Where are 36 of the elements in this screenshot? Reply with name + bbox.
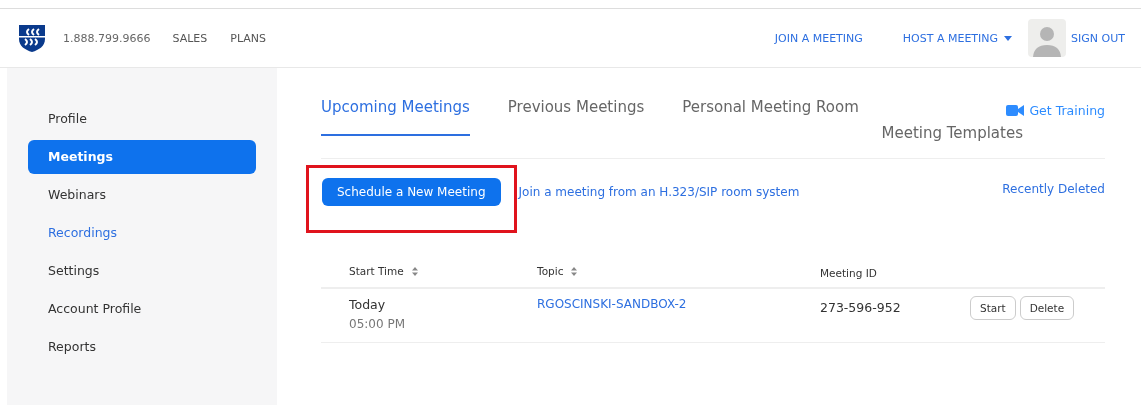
- sidebar-item[interactable]: Webinars: [28, 178, 256, 212]
- sidebar-item[interactable]: Profile: [28, 102, 256, 136]
- recently-deleted-link[interactable]: Recently Deleted: [1002, 182, 1105, 196]
- avatar-icon[interactable]: [1028, 19, 1067, 57]
- join-room-system-link[interactable]: Join a meeting from an H.323/SIP room system: [518, 185, 800, 199]
- start-day: Today: [349, 297, 386, 312]
- caret-icon: [1004, 35, 1013, 41]
- column-header[interactable]: Meeting ID: [820, 266, 877, 279]
- tab[interactable]: Personal Meeting Room: [682, 96, 859, 134]
- sidebar-item[interactable]: Recordings: [28, 216, 256, 250]
- sidebar-item[interactable]: Account Profile: [28, 292, 256, 326]
- sign-out-link[interactable]: SIGN OUT: [1071, 31, 1125, 45]
- sort-icon[interactable]: [571, 266, 578, 276]
- row-action-button[interactable]: Delete: [1019, 296, 1075, 320]
- column-header[interactable]: Topic: [537, 265, 564, 277]
- nav-link[interactable]: PLANS: [230, 31, 266, 45]
- sidebar-item[interactable]: Settings: [28, 254, 256, 288]
- get-training-link[interactable]: Get Training: [1006, 103, 1105, 118]
- meeting-id: 273-596-952: [820, 300, 901, 315]
- sidebar-item[interactable]: Meetings: [28, 140, 256, 174]
- video-camera-icon: [1006, 105, 1025, 116]
- row-action-button[interactable]: Start: [970, 296, 1016, 320]
- nav-link[interactable]: HOST A MEETING: [902, 31, 1013, 45]
- sort-icon[interactable]: [411, 266, 418, 276]
- meeting-topic-link[interactable]: RGOSCINSKI-SANDBOX-2: [537, 297, 687, 311]
- shield-logo-icon[interactable]: [17, 23, 47, 53]
- nav-link[interactable]: SALES: [172, 31, 208, 45]
- tab[interactable]: Upcoming Meetings: [321, 96, 470, 136]
- column-header[interactable]: Start Time: [349, 265, 404, 277]
- tab[interactable]: Meeting Templates: [881, 122, 1023, 158]
- schedule-meeting-button[interactable]: Schedule a New Meeting: [322, 178, 501, 206]
- start-time: 05:00 PM: [349, 317, 405, 331]
- nav-link[interactable]: JOIN A MEETING: [774, 31, 863, 45]
- sidebar-item[interactable]: Reports: [28, 330, 256, 364]
- phone-number: 1.888.799.9666: [63, 31, 151, 45]
- tab[interactable]: Previous Meetings: [507, 96, 645, 134]
